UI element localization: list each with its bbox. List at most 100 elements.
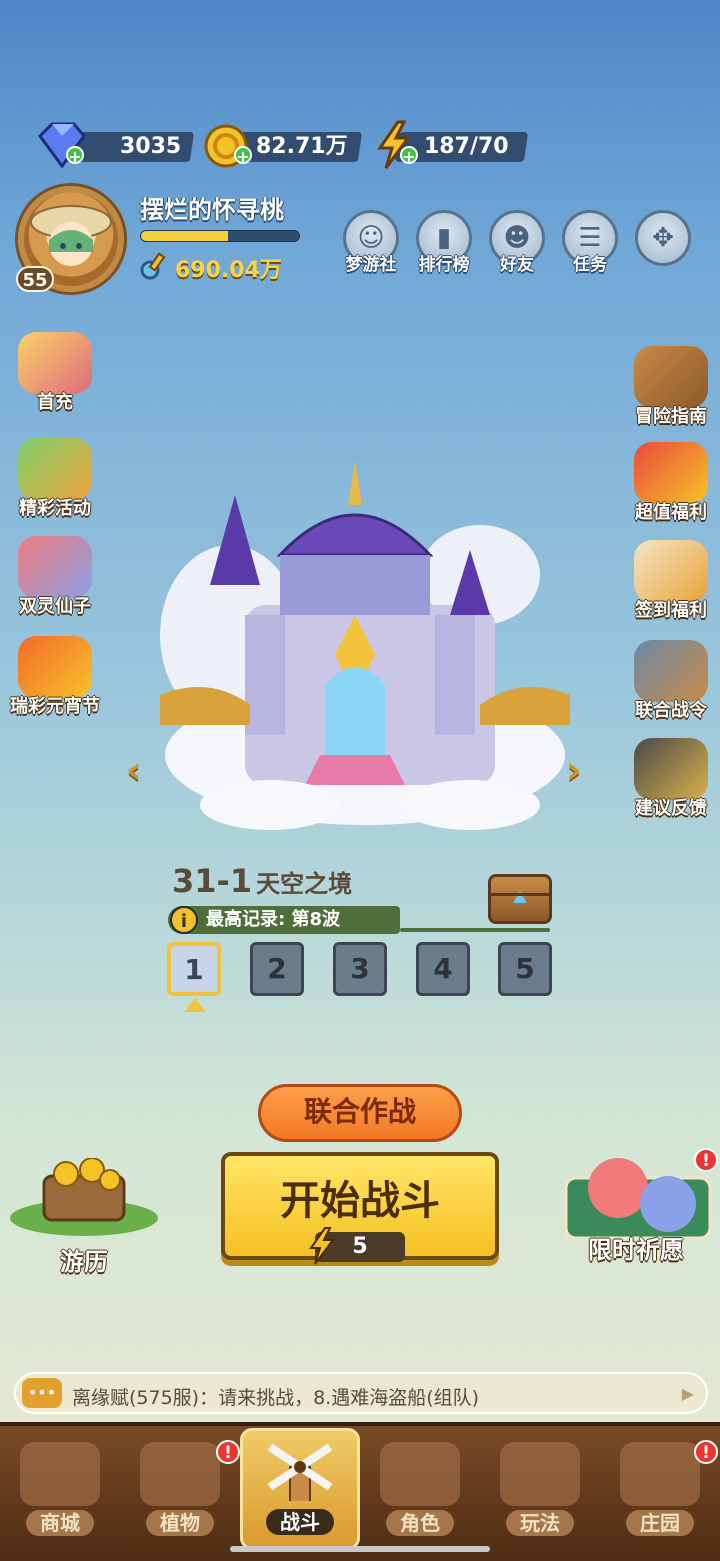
- gold-value: 82.71万: [256, 134, 348, 159]
- player-level-badge: 55: [16, 266, 54, 292]
- twin-fairy-icon: [18, 536, 92, 598]
- lantern-festival-button[interactable]: 瑞彩元宵节: [0, 636, 110, 718]
- cost-lightning-icon: [309, 1227, 335, 1265]
- twin-fairy-button[interactable]: 双灵仙子: [0, 536, 110, 618]
- dream-club-icon: ☺: [357, 223, 385, 253]
- level-name: 天空之境: [256, 870, 353, 898]
- chat-expand-icon[interactable]: ▶: [682, 1384, 694, 1403]
- energy-cost: 5: [309, 1227, 405, 1265]
- battle-pass-icon: [634, 640, 708, 702]
- add-gems-icon[interactable]: +: [66, 146, 84, 165]
- chest-gem-icon: [491, 891, 549, 903]
- adventure-guide-button[interactable]: 冒险指南: [616, 346, 720, 428]
- character-icon: [380, 1442, 460, 1506]
- info-icon[interactable]: i: [170, 906, 198, 934]
- twin-fairy-label: 双灵仙子: [19, 596, 91, 617]
- tab-battle[interactable]: 战斗: [240, 1428, 360, 1550]
- prev-level-arrow-icon[interactable]: ‹: [126, 748, 142, 792]
- lantern-festival-label: 瑞彩元宵节: [10, 696, 100, 717]
- tab-shop[interactable]: 商城: [4, 1436, 116, 1540]
- limited-wish-button[interactable]: 限时祈愿: [556, 1148, 716, 1265]
- manor-icon: [620, 1442, 700, 1506]
- events-icon: [18, 438, 92, 500]
- stage-button-1[interactable]: 1: [167, 942, 221, 996]
- travel-label: 游历: [60, 1248, 108, 1276]
- stage-pointer-icon: [184, 998, 206, 1012]
- start-battle-label: 开始战斗: [280, 1178, 440, 1224]
- windmill-icon: [267, 1443, 333, 1506]
- shop-icon: [20, 1442, 100, 1506]
- travel-button[interactable]: 游历: [6, 1157, 162, 1277]
- xp-bar: [140, 230, 300, 242]
- more-menu-button[interactable]: ✥: [635, 210, 691, 266]
- leaderboard-label: 排行榜: [418, 255, 470, 275]
- feedback-label: 建议反馈: [635, 798, 707, 819]
- plants-alert-badge: !: [216, 1440, 240, 1464]
- leaderboard-icon: ▮: [436, 223, 452, 253]
- dream-club-label: 梦游社: [345, 255, 397, 275]
- sign-in-button[interactable]: 签到福利: [616, 540, 720, 622]
- tab-character[interactable]: 角色: [364, 1436, 476, 1540]
- stage-button-5[interactable]: 5: [498, 942, 552, 996]
- sky-castle-image[interactable]: [150, 455, 580, 850]
- power-key-icon: [140, 252, 166, 280]
- tab-gameplay-label: 玩法: [506, 1510, 574, 1536]
- value-deals-icon: [634, 442, 708, 504]
- manor-alert-badge: !: [694, 1440, 718, 1464]
- wish-alert-badge: !: [694, 1148, 718, 1172]
- gameplay-icon: [500, 1442, 580, 1506]
- adventure-guide-label: 冒险指南: [635, 406, 707, 427]
- battle-pass-button[interactable]: 联合战令: [616, 640, 720, 722]
- xp-bar-fill: [141, 231, 228, 241]
- guide-book-icon: [634, 346, 708, 408]
- events-button[interactable]: 精彩活动: [0, 438, 110, 520]
- tab-shop-label: 商城: [26, 1510, 94, 1536]
- level-id: 31-1: [172, 862, 253, 900]
- best-record: 最高记录: 第8波: [168, 906, 400, 934]
- record-divider: [400, 928, 550, 932]
- stage-button-3[interactable]: 3: [333, 942, 387, 996]
- tasks-icon: ☰: [578, 223, 602, 253]
- feedback-button[interactable]: 建议反馈: [616, 738, 720, 820]
- chat-ticker[interactable]: ••• 离缘赋(575服)：请来挑战，8.遇难海盗船(组队) ▶: [14, 1372, 708, 1414]
- friends-label: 好友: [500, 255, 534, 275]
- player-power: 690.04万: [175, 258, 282, 283]
- calendar-icon: [634, 540, 708, 602]
- next-level-arrow-icon[interactable]: ›: [566, 748, 582, 792]
- tab-battle-label: 战斗: [266, 1509, 334, 1535]
- value-deals-button[interactable]: 超值福利: [616, 442, 720, 524]
- value-deals-label: 超值福利: [635, 502, 707, 523]
- gems-value: 3035: [120, 134, 182, 159]
- stage-button-2[interactable]: 2: [250, 942, 304, 996]
- first-recharge-label: 首充: [37, 392, 73, 413]
- battle-pass-label: 联合战令: [635, 700, 707, 721]
- wish-characters-icon: [564, 1158, 712, 1240]
- stage-button-4[interactable]: 4: [416, 942, 470, 996]
- feedback-book-icon: [634, 738, 708, 800]
- tab-manor-label: 庄园: [626, 1510, 694, 1536]
- events-label: 精彩活动: [19, 498, 91, 519]
- first-recharge-button[interactable]: 首充: [0, 332, 110, 414]
- friends-icon: ☻: [503, 223, 531, 253]
- energy-cost-value: 5: [352, 1234, 368, 1259]
- chat-bubble-icon: •••: [22, 1378, 62, 1408]
- coop-battle-button[interactable]: 联合作战: [258, 1084, 462, 1142]
- player-name: 摆烂的怀寻桃: [140, 196, 284, 224]
- first-recharge-icon: [18, 332, 92, 394]
- add-energy-icon[interactable]: +: [400, 146, 418, 165]
- chat-message: 离缘赋(575服)：请来挑战，8.遇难海盗船(组队): [72, 1387, 480, 1409]
- tab-gameplay[interactable]: 玩法: [484, 1436, 596, 1540]
- energy-value: 187/70: [424, 134, 509, 159]
- treasure-pile-icon: [10, 1157, 158, 1236]
- home-indicator: [230, 1546, 490, 1552]
- tab-plants-label: 植物: [146, 1510, 214, 1536]
- start-battle-button[interactable]: 开始战斗 5: [221, 1152, 499, 1265]
- lantern-festival-icon: [18, 636, 92, 698]
- plants-icon: [140, 1442, 220, 1506]
- add-gold-icon[interactable]: +: [234, 146, 252, 165]
- tasks-label: 任务: [573, 255, 607, 275]
- tab-character-label: 角色: [386, 1510, 454, 1536]
- more-menu-icon: ✥: [652, 223, 674, 253]
- reward-chest-icon[interactable]: [488, 874, 552, 924]
- level-title: 31-1 天空之境: [172, 862, 352, 900]
